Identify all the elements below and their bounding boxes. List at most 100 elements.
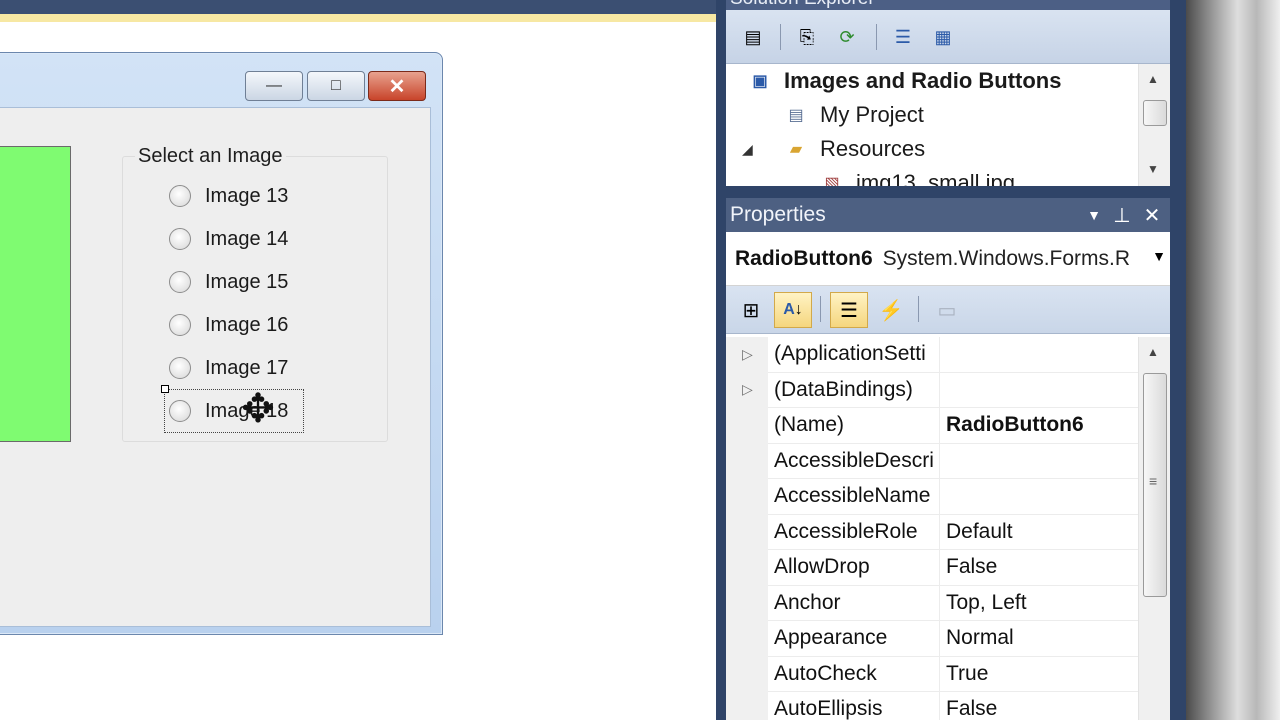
collapse-arrow-icon[interactable]: ◢ [742,141,782,158]
chevron-down-icon[interactable]: ▼ [1152,248,1166,264]
ide-top-strip [0,0,716,14]
scroll-down-icon[interactable]: ▼ [1147,162,1159,176]
property-value[interactable]: Top, Left [940,591,1027,615]
scroll-up-icon[interactable]: ▲ [1147,72,1159,86]
property-value[interactable]: False [940,697,997,720]
radio-circle-icon[interactable] [169,271,191,293]
alphabetical-icon[interactable]: A ↓ [774,292,812,328]
property-name: AccessibleName [768,479,940,514]
property-name: (ApplicationSetti [768,337,940,372]
view-designer-icon[interactable]: ▦ [928,23,958,51]
tree-item-label: img13_small.jpg [856,170,1015,186]
expand-arrow-icon[interactable]: ▷ [742,346,756,363]
radio-image-14[interactable]: Image 14 [169,224,288,254]
tree-item-resources[interactable]: ◢ ▰ Resources [742,132,925,166]
property-row[interactable]: AutoEllipsis False [768,692,1138,720]
picture-box[interactable] [0,146,71,442]
property-row[interactable]: ▷ (DataBindings) [742,372,1138,408]
radio-image-13[interactable]: Image 13 [169,181,288,211]
property-row[interactable]: AllowDrop False [768,550,1138,586]
solution-explorer-scrollbar[interactable]: ▲ ▼ [1138,64,1170,186]
folder-icon: ▰ [789,141,803,158]
properties-panel[interactable]: Properties ▼ ⊥ ✕ RadioButton6 System.Win… [726,198,1170,720]
solution-tree[interactable]: ▣ Images and Radio Buttons ▤ My Project … [726,64,1138,186]
property-grid-scrollbar[interactable]: ▲ ≡ [1138,337,1170,720]
radio-label: Image 17 [205,356,289,379]
image-file-icon: ▧ [824,175,840,186]
toolbar-separator [918,296,919,322]
expand-arrow-icon[interactable]: ▷ [742,381,756,398]
solution-explorer-panel[interactable]: Solution Explorer ▤ ⎘ ⟳ ☰ ▦ ▣ Images and… [726,0,1170,186]
property-name: Appearance [768,621,940,656]
property-row[interactable]: AccessibleDescri [768,443,1138,479]
desktop-background [1186,0,1280,720]
properties-toolbar: ⊞ A ↓ ☰ ⚡ ▭ [726,286,1170,334]
property-value[interactable]: False [940,555,997,579]
scroll-thumb[interactable] [1143,100,1167,126]
property-name: (DataBindings) [768,372,940,407]
designer-tab-bar [0,14,716,22]
property-value[interactable]: RadioButton6 [940,413,1084,437]
resize-handle[interactable] [161,385,169,393]
property-row[interactable]: (Name) RadioButton6 [768,408,1138,444]
property-row[interactable]: Appearance Normal [768,621,1138,657]
vb-project-icon: ▣ [752,73,768,90]
properties-title-bar: Properties ▼ ⊥ ✕ [726,198,1170,232]
radio-image-15[interactable]: Image 15 [169,267,288,297]
properties-icon[interactable]: ☰ [830,292,868,328]
solution-explorer-toolbar: ▤ ⎘ ⟳ ☰ ▦ [726,10,1170,64]
tree-item-project[interactable]: ▣ Images and Radio Buttons [746,64,1061,98]
properties-title: Properties [730,203,826,226]
radio-label: Image 13 [205,184,289,207]
minimize-icon: — [266,77,282,94]
property-value[interactable]: True [940,662,988,686]
property-grid[interactable]: ▷ (ApplicationSetti ▷ (DataBindings) (Na… [726,337,1138,720]
properties-icon[interactable]: ▤ [738,23,768,51]
radio-circle-icon[interactable] [169,357,191,379]
object-selector[interactable]: RadioButton6 System.Windows.Forms.R ▼ [726,232,1170,286]
radio-image-16[interactable]: Image 16 [169,310,288,340]
tree-item-label: Resources [820,136,926,161]
radio-circle-icon[interactable] [169,228,191,250]
form-client-area[interactable]: Select an Image Image 13 Image 14 Image … [0,107,431,627]
property-name: AccessibleRole [768,514,940,549]
property-value[interactable]: Normal [940,626,1014,650]
radio-label: Image 16 [205,313,289,336]
show-all-files-icon[interactable]: ⎘ [792,23,822,51]
maximize-icon: □ [331,77,341,94]
events-icon[interactable]: ⚡ [872,292,910,328]
scroll-up-icon[interactable]: ▲ [1147,345,1159,359]
radio-circle-icon[interactable] [169,185,191,207]
radio-image-17[interactable]: Image 17 [169,353,288,383]
property-row[interactable]: AccessibleName [768,479,1138,515]
property-name: AutoEllipsis [768,692,940,720]
maximize-button[interactable]: □ [307,71,365,101]
refresh-icon[interactable]: ⟳ [832,23,862,51]
tree-item-my-project[interactable]: ▤ My Project [782,98,924,132]
categorized-icon[interactable]: ⊞ [732,292,770,328]
form-window[interactable]: — □ ✕ Select an Image Image 13 Image 14 … [0,52,443,635]
object-name: RadioButton6 [735,246,873,270]
property-name: Anchor [768,585,940,620]
toolbar-separator [780,24,781,50]
property-row[interactable]: AutoCheck True [768,656,1138,692]
tree-item-label: My Project [820,102,924,127]
tree-item-image-file[interactable]: ▧ img13_small.jpg [818,166,1015,186]
property-name: AutoCheck [768,656,940,691]
solution-explorer-title: Solution Explorer [726,0,1170,10]
property-value[interactable]: Default [940,520,1013,544]
property-row[interactable]: Anchor Top, Left [768,585,1138,621]
move-cursor-icon: ✥ [241,387,275,431]
property-row[interactable]: ▷ (ApplicationSetti [742,337,1138,373]
tree-item-label: Images and Radio Buttons [784,68,1062,93]
close-button[interactable]: ✕ [368,71,426,101]
property-row[interactable]: AccessibleRole Default [768,514,1138,550]
dropdown-icon[interactable]: ▼ [1080,198,1108,232]
minimize-button[interactable]: — [245,71,303,101]
my-project-icon: ▤ [788,107,804,124]
pin-icon[interactable]: ⊥ [1108,198,1136,232]
view-code-icon[interactable]: ☰ [888,23,918,51]
radio-circle-icon[interactable] [169,314,191,336]
close-icon[interactable]: ✕ [1138,198,1166,232]
property-pages-icon[interactable]: ▭ [928,292,966,328]
